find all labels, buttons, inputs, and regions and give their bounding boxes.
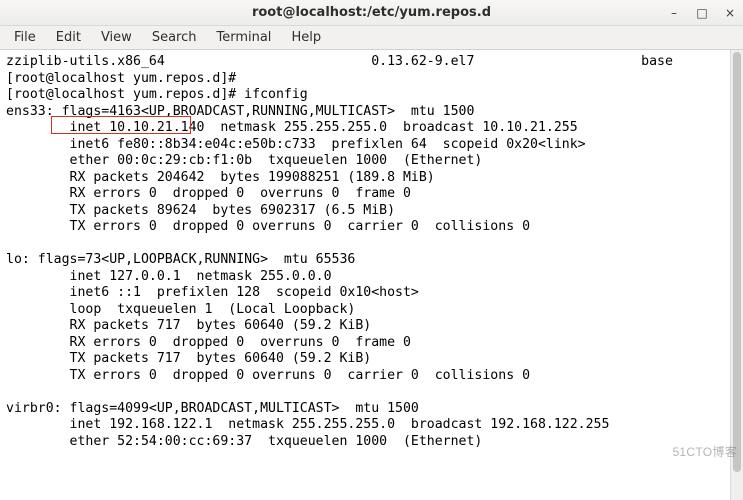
close-icon[interactable]: ×: [723, 6, 737, 20]
terminal-line: ether 52:54:00:cc:69:37 txqueuelen 1000 …: [6, 434, 739, 451]
terminal-line: RX errors 0 dropped 0 overruns 0 frame 0: [6, 186, 739, 203]
window-title: root@localhost:/etc/yum.repos.d: [0, 5, 743, 20]
terminal-line: inet 192.168.122.1 netmask 255.255.255.0…: [6, 417, 739, 434]
menu-help[interactable]: Help: [281, 28, 331, 47]
menubar: File Edit View Search Terminal Help: [0, 26, 743, 50]
terminal-line: loop txqueuelen 1 (Local Loopback): [6, 302, 739, 319]
terminal-line: [6, 236, 739, 253]
terminal-line: TX errors 0 dropped 0 overruns 0 carrier…: [6, 219, 739, 236]
terminal-line: [6, 384, 739, 401]
terminal-line: inet6 ::1 prefixlen 128 scopeid 0x10<hos…: [6, 285, 739, 302]
terminal-line: ether 00:0c:29:cb:f1:0b txqueuelen 1000 …: [6, 153, 739, 170]
terminal-line: RX errors 0 dropped 0 overruns 0 frame 0: [6, 335, 739, 352]
menu-view[interactable]: View: [91, 28, 142, 47]
terminal-line: inet 10.10.21.140 netmask 255.255.255.0 …: [6, 120, 739, 137]
menu-edit[interactable]: Edit: [46, 28, 91, 47]
terminal-line: inet6 fe80::8b34:e04c:e50b:c733 prefixle…: [6, 137, 739, 154]
scrollbar-thumb[interactable]: [733, 52, 741, 472]
terminal-line: RX packets 204642 bytes 199088251 (189.8…: [6, 170, 739, 187]
terminal-line: TX errors 0 dropped 0 overruns 0 carrier…: [6, 368, 739, 385]
menu-file[interactable]: File: [4, 28, 46, 47]
terminal-line: inet 127.0.0.1 netmask 255.0.0.0: [6, 269, 739, 286]
terminal-output[interactable]: zziplib-utils.x86_64 0.13.62-9.el7 base[…: [0, 50, 743, 454]
window-titlebar: root@localhost:/etc/yum.repos.d – □ ×: [0, 0, 743, 26]
terminal-line: virbr0: flags=4099<UP,BROADCAST,MULTICAS…: [6, 401, 739, 418]
terminal-line: [root@localhost yum.repos.d]#: [6, 71, 739, 88]
vertical-scrollbar[interactable]: [730, 50, 743, 500]
terminal-line: [root@localhost yum.repos.d]# ifconfig: [6, 87, 739, 104]
maximize-icon[interactable]: □: [695, 6, 709, 20]
terminal-line: RX packets 717 bytes 60640 (59.2 KiB): [6, 318, 739, 335]
window-controls: – □ ×: [667, 0, 737, 25]
menu-terminal[interactable]: Terminal: [206, 28, 281, 47]
terminal-line: zziplib-utils.x86_64 0.13.62-9.el7 base: [6, 54, 739, 71]
terminal-line: ens33: flags=4163<UP,BROADCAST,RUNNING,M…: [6, 104, 739, 121]
menu-search[interactable]: Search: [142, 28, 207, 47]
terminal-line: TX packets 89624 bytes 6902317 (6.5 MiB): [6, 203, 739, 220]
terminal-line: TX packets 717 bytes 60640 (59.2 KiB): [6, 351, 739, 368]
terminal-line: lo: flags=73<UP,LOOPBACK,RUNNING> mtu 65…: [6, 252, 739, 269]
minimize-icon[interactable]: –: [667, 6, 681, 20]
